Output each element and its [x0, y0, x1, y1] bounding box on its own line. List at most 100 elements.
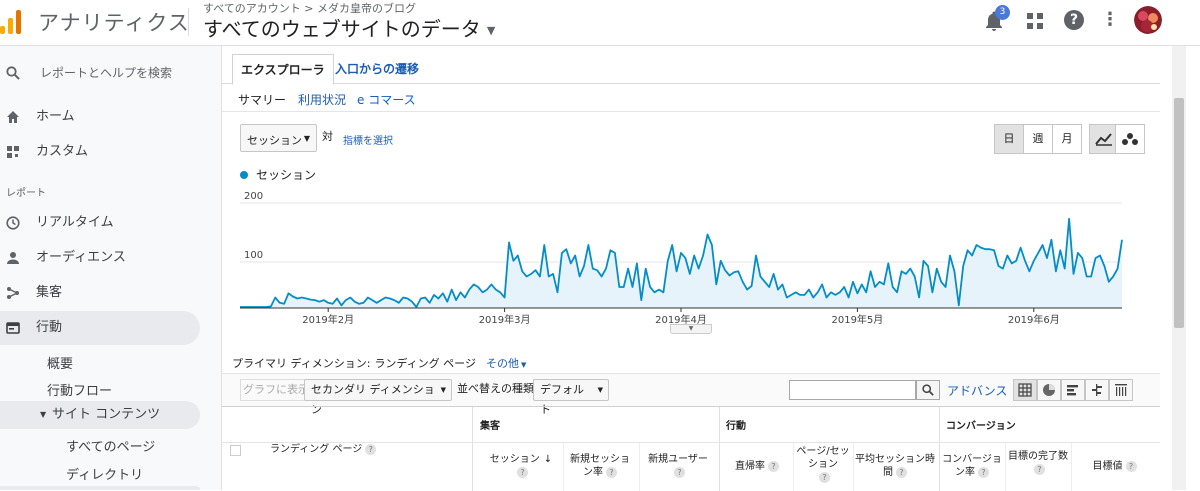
sidebar-subitem-directory[interactable]: ディレクトリ	[66, 464, 143, 483]
primary-dimension-value: ランディング ページ	[374, 357, 476, 370]
pie-chart-icon	[1043, 384, 1055, 396]
x-tick-label: 2019年5月	[831, 313, 883, 326]
help-icon[interactable]: ?	[768, 461, 779, 472]
view-performance-button[interactable]	[1061, 379, 1085, 401]
subtab-summary[interactable]: サマリー	[238, 91, 286, 108]
col-sessions[interactable]: セッション ↓?	[484, 453, 558, 479]
help-icon[interactable]: ?	[1064, 10, 1084, 30]
col-goal-completions[interactable]: 目標の完了数?	[1008, 450, 1068, 476]
search-icon	[6, 66, 20, 80]
secondary-dimension-dropdown[interactable]: セカンダリ ディメンション ▼	[304, 379, 452, 416]
primary-dimension-label: プライマリ ディメンション:	[232, 357, 371, 370]
sidebar-item-audience[interactable]: オーディエンス	[0, 241, 200, 275]
x-tick-label: 2019年3月	[479, 313, 531, 326]
col-landing-page[interactable]: ランディング ページ?	[270, 443, 377, 456]
sidebar-subitem-behavior-flow[interactable]: 行動フロー	[47, 380, 112, 399]
sidebar-item-acquisition[interactable]: 集客	[0, 276, 200, 310]
property-selector[interactable]: すべてのウェブサイトのデータ ▼	[203, 13, 495, 42]
sidebar-item-custom[interactable]: カスタム	[0, 135, 200, 169]
other-dimension-link[interactable]: その他	[486, 357, 519, 370]
sidebar-subitem-site-content[interactable]: ▼ サイト コンテンツ	[0, 401, 200, 429]
chevron-down-icon: ▼	[486, 24, 496, 37]
col-avg-session-duration[interactable]: 平均セッション時間?	[855, 453, 935, 479]
sidebar-item-label: ホーム	[36, 109, 75, 124]
help-icon[interactable]: ?	[674, 467, 685, 478]
col-header-label: 直帰率	[735, 461, 765, 472]
metric-dropdown[interactable]: セッション ▼	[240, 124, 317, 152]
help-icon[interactable]: ?	[1125, 461, 1137, 472]
help-icon[interactable]: ?	[365, 444, 377, 455]
table-search-button[interactable]	[916, 380, 940, 400]
legend-dot	[240, 171, 248, 179]
help-icon[interactable]: ?	[606, 467, 617, 478]
col-header-label: セッション	[489, 454, 540, 465]
top-bar: アナリティクス すべてのアカウント > メダカ皇帝のブログ すべてのウェブサイト…	[0, 0, 1200, 46]
choose-metric-link[interactable]: 指標を選択	[343, 132, 393, 147]
header-divider	[188, 8, 189, 36]
help-icon[interactable]: ?	[819, 472, 830, 483]
data-table-header: ランディング ページ? 集客 行動 コンバージョン セッション ↓? 新規セッショ…	[222, 406, 1160, 491]
chart-collapse-toggle[interactable]: ▼	[670, 324, 712, 334]
tab-explorer[interactable]: エクスプローラ	[232, 54, 334, 85]
avatar[interactable]	[1134, 6, 1162, 34]
sidebar-item-realtime[interactable]: リアルタイム	[0, 206, 200, 240]
scrollbar-thumb[interactable]	[1174, 98, 1184, 328]
sidebar-item-label: カスタム	[36, 144, 89, 159]
col-conversion-rate[interactable]: コンバージョン率?	[942, 453, 1002, 479]
report-content: エクスプローラ 入口からの遷移 サマリー 利用状況 e コマース セッション ▼ …	[222, 46, 1160, 491]
sidebar-item-behavior[interactable]: 行動	[0, 311, 200, 345]
plot-rows-button[interactable]: グラフに表示	[240, 379, 312, 401]
acquisition-icon	[7, 287, 19, 299]
table-toolbar: グラフに表示 セカンダリ ディメンション ▼ 並べ替えの種類: デフォルト ▼ アド…	[222, 373, 1160, 416]
caret-down-icon: ▼	[440, 386, 446, 394]
sidebar-subitem-overview[interactable]: 概要	[47, 353, 73, 372]
bubble-chart-icon	[1122, 133, 1138, 145]
help-icon[interactable]: ?	[1034, 464, 1045, 475]
col-bounce-rate[interactable]: 直帰率?	[725, 460, 789, 473]
series-area	[240, 218, 1122, 308]
sidebar-subitem-all-pages[interactable]: すべてのページ	[66, 436, 155, 455]
analytics-logo-icon[interactable]	[0, 10, 22, 34]
search-reports[interactable]: レポートとヘルプを検索	[0, 56, 200, 90]
col-goal-value[interactable]: 目標値?	[1077, 460, 1152, 473]
day-button[interactable]: 日	[994, 124, 1024, 154]
pivot-icon	[1115, 384, 1127, 396]
col-pages-per-session[interactable]: ページ/セッション?	[795, 445, 851, 484]
x-tick-label: 2019年2月	[302, 313, 354, 326]
col-new-session-rate[interactable]: 新規セッション率?	[567, 453, 633, 479]
caret-down-icon: ▼	[303, 134, 310, 143]
subtab-ecommerce[interactable]: e コマース	[357, 91, 416, 108]
col-new-users[interactable]: 新規ユーザー?	[642, 453, 714, 479]
sort-arrow-icon: ↓	[543, 454, 553, 465]
week-button[interactable]: 週	[1023, 124, 1053, 154]
caret-down-icon: ▼	[520, 361, 527, 369]
more-vert-icon[interactable]: ⋮	[1100, 10, 1120, 32]
sidebar-item-home[interactable]: ホーム	[0, 100, 200, 134]
view-comparison-button[interactable]	[1085, 379, 1109, 401]
select-all-checkbox[interactable]	[230, 445, 241, 456]
col-header-label: ページ/セッション	[796, 446, 850, 470]
month-button[interactable]: 月	[1052, 124, 1082, 154]
help-icon[interactable]: ?	[517, 467, 528, 478]
subtab-usage[interactable]: 利用状況	[298, 91, 346, 108]
view-pie-button[interactable]	[1037, 379, 1061, 401]
search-placeholder: レポートとヘルプを検索	[40, 66, 173, 80]
help-icon[interactable]: ?	[978, 467, 989, 478]
sidebar: レポートとヘルプを検索 ホーム カスタム レポート リアルタイム オーディエンス…	[0, 46, 222, 490]
group-conversion: コンバージョン	[946, 421, 1016, 432]
chart-series	[240, 217, 1123, 308]
advanced-filter-link[interactable]: アドバンス	[947, 381, 1007, 403]
motion-chart-button[interactable]	[1115, 124, 1145, 154]
sort-type-label: 並べ替えの種類:	[457, 382, 538, 395]
apps-grid-icon[interactable]	[1026, 12, 1044, 30]
col-header-label: 新規ユーザー	[648, 454, 708, 465]
sort-type-dropdown[interactable]: デフォルト ▼	[533, 379, 609, 416]
tab-entrance-paths[interactable]: 入口からの遷移	[327, 54, 427, 85]
person-icon	[7, 252, 19, 264]
sidebar-item-label: オーディエンス	[36, 250, 126, 265]
view-pivot-button[interactable]	[1109, 379, 1133, 401]
view-table-button[interactable]	[1013, 379, 1037, 401]
sidebar-selected-hint	[0, 486, 200, 490]
help-icon[interactable]: ?	[896, 467, 907, 478]
table-search-input[interactable]	[789, 380, 916, 400]
